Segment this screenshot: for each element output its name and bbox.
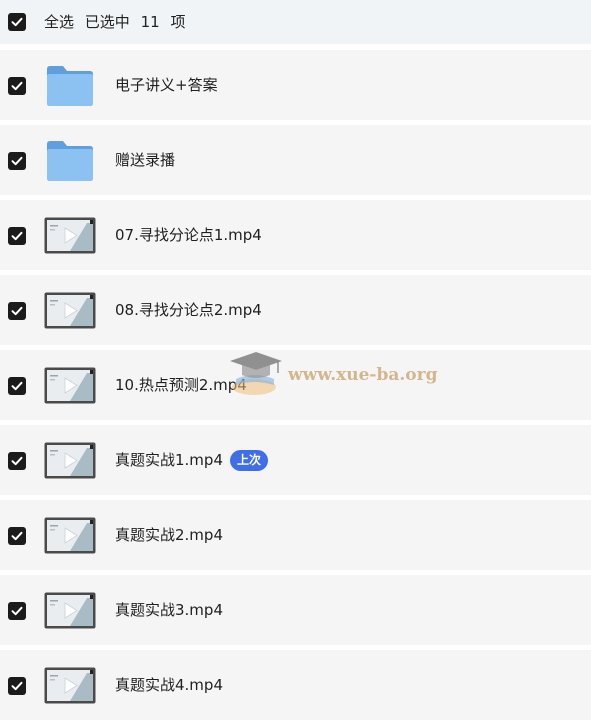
file-row[interactable]: 真题实战2.mp4	[0, 500, 591, 570]
row-checkbox[interactable]	[8, 227, 26, 245]
file-name[interactable]: 电子讲义+答案	[115, 74, 218, 96]
checkmark-icon	[11, 681, 23, 691]
checkmark-icon	[11, 231, 23, 241]
file-row[interactable]: 07.寻找分论点1.mp4	[0, 200, 591, 270]
file-row[interactable]: 赠送录播	[0, 125, 591, 195]
file-row[interactable]: 电子讲义+答案	[0, 50, 591, 120]
selection-summary: 全选 已选中 11 项	[44, 12, 191, 32]
checkmark-icon	[11, 306, 23, 316]
checkmark-icon	[11, 381, 23, 391]
selected-count: 11	[140, 13, 160, 31]
checkmark-icon	[11, 531, 23, 541]
video-thumbnail-icon	[44, 592, 96, 629]
selected-suffix: 项	[170, 13, 186, 31]
row-checkbox[interactable]	[8, 452, 26, 470]
row-checkbox[interactable]	[8, 77, 26, 95]
file-name[interactable]: 08.寻找分论点2.mp4	[115, 299, 262, 321]
file-name[interactable]: 真题实战4.mp4	[115, 674, 223, 696]
file-name[interactable]: 真题实战2.mp4	[115, 524, 223, 546]
file-name[interactable]: 10.热点预测2.mp4	[115, 374, 247, 396]
row-checkbox[interactable]	[8, 302, 26, 320]
video-thumbnail-icon	[44, 292, 96, 329]
checkmark-icon	[11, 81, 23, 91]
file-row[interactable]: 真题实战3.mp4	[0, 575, 591, 645]
video-thumbnail-icon	[44, 442, 96, 479]
row-checkbox[interactable]	[8, 677, 26, 695]
select-all-label[interactable]: 全选	[44, 13, 74, 31]
row-checkbox[interactable]	[8, 377, 26, 395]
video-thumbnail-icon	[44, 217, 96, 254]
file-name[interactable]: 赠送录播	[115, 149, 175, 171]
checkmark-icon	[11, 606, 23, 616]
checkmark-icon	[11, 156, 23, 166]
selected-prefix: 已选中	[84, 13, 130, 31]
row-checkbox[interactable]	[8, 602, 26, 620]
row-checkbox[interactable]	[8, 527, 26, 545]
video-thumbnail-icon	[44, 367, 96, 404]
file-row[interactable]: 真题实战1.mp4 上次	[0, 425, 591, 495]
last-played-badge: 上次	[230, 450, 269, 471]
file-row[interactable]: 10.热点预测2.mp4	[0, 350, 591, 420]
folder-icon	[47, 141, 93, 181]
file-name[interactable]: 07.寻找分论点1.mp4	[115, 224, 262, 246]
file-row[interactable]: 08.寻找分论点2.mp4	[0, 275, 591, 345]
select-all-checkbox[interactable]	[8, 13, 26, 31]
selection-header: 全选 已选中 11 项	[0, 0, 591, 44]
file-name[interactable]: 真题实战1.mp4 上次	[115, 449, 269, 471]
video-thumbnail-icon	[44, 517, 96, 554]
video-thumbnail-icon	[44, 667, 96, 704]
checkmark-icon	[11, 17, 23, 27]
file-name[interactable]: 真题实战3.mp4	[115, 599, 223, 621]
checkmark-icon	[11, 456, 23, 466]
folder-icon	[47, 66, 93, 106]
row-checkbox[interactable]	[8, 152, 26, 170]
